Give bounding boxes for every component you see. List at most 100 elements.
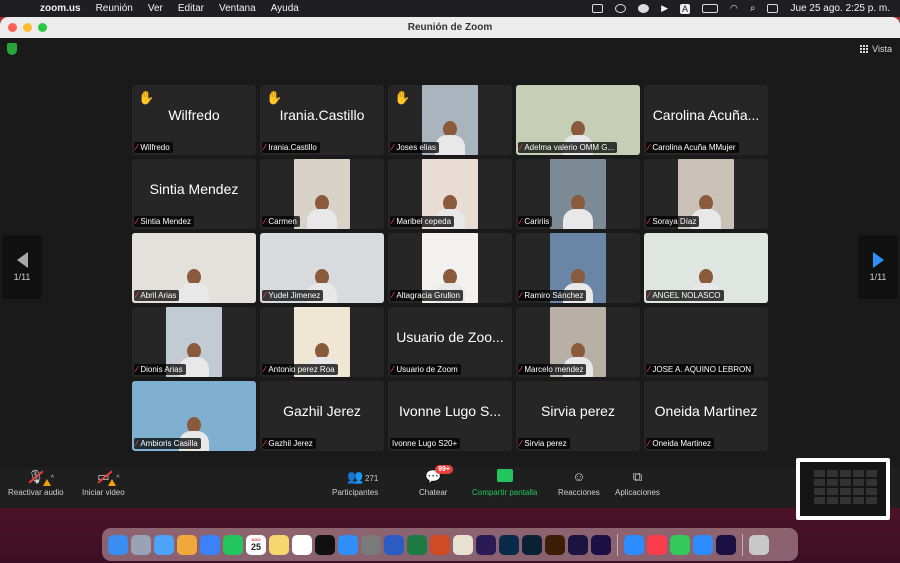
play-icon[interactable]: ▶ xyxy=(661,3,668,14)
control-center-icon[interactable] xyxy=(767,4,779,13)
participant-tile[interactable]: Wilfredo ✋ ⁄ Wilfredo xyxy=(132,85,256,155)
zoom-status-icon[interactable] xyxy=(592,4,604,13)
participant-tile[interactable]: Sintia Mendez ⁄ Sintia Mendez xyxy=(132,159,256,229)
participant-tile[interactable]: Ivonne Lugo S... Ivonne Lugo S20+ xyxy=(388,381,512,451)
dock-notes-icon[interactable] xyxy=(269,534,289,555)
search-icon[interactable]: ⌕ xyxy=(750,3,756,14)
participant-name: Soraya Díaz xyxy=(652,217,697,226)
mic-muted-icon: ⁄ xyxy=(264,143,266,152)
teamviewer-icon[interactable] xyxy=(638,4,650,13)
dock-illustrator-icon[interactable] xyxy=(545,534,565,555)
previous-page-button[interactable]: 1/11 xyxy=(2,235,42,299)
mini-window-thumbnail[interactable] xyxy=(796,458,890,520)
participant-tile[interactable]: ⁄ Altagracia Grullon xyxy=(388,233,512,303)
participant-tile[interactable]: ⁄ Ambioris Casilla xyxy=(132,381,256,451)
dock-so-icon[interactable] xyxy=(453,534,473,555)
chat-badge: 99+ xyxy=(435,465,454,474)
participant-tile[interactable]: Gazhil Jerez ⁄ Gazhil Jerez xyxy=(260,381,384,451)
start-video-button[interactable]: ▭^ Iniciar video xyxy=(82,469,125,497)
dock-photoshop-icon[interactable] xyxy=(499,534,519,555)
share-screen-button[interactable]: ↑ Compartir pantalla xyxy=(472,469,537,497)
security-shield-icon[interactable] xyxy=(7,43,17,55)
participant-tile[interactable]: Carolina Acuña... ⁄ Carolina Acuña MMujer xyxy=(644,85,768,155)
participant-tile[interactable]: Irania.Castillo ✋ ⁄ Irania.Castillo xyxy=(260,85,384,155)
camera-off-icon: ▭^ xyxy=(97,469,119,486)
menu-ayuda[interactable]: Ayuda xyxy=(271,3,299,14)
participant-tile[interactable]: ⁄ ANGEL NOLASCO xyxy=(644,233,768,303)
close-button[interactable] xyxy=(8,23,17,32)
wifi-icon[interactable]: ◠ xyxy=(730,3,738,14)
menu-ver[interactable]: Ver xyxy=(148,3,163,14)
dock-finder-icon[interactable] xyxy=(108,534,128,555)
unmute-audio-button[interactable]: 🎙^ Reactivar audio xyxy=(8,469,64,497)
menu-ventana[interactable]: Ventana xyxy=(219,3,256,14)
dock-trash-icon[interactable] xyxy=(749,534,769,555)
mic-muted-icon: ⁄ xyxy=(136,217,138,226)
participant-tile[interactable]: ✋ ⁄ Joses elias xyxy=(388,85,512,155)
input-source-icon[interactable]: A xyxy=(680,3,691,14)
dock-facetime-icon[interactable] xyxy=(223,534,243,555)
dock-zoom-meetings-icon[interactable] xyxy=(693,534,713,555)
dock-launchpad-icon[interactable] xyxy=(131,534,151,555)
participant-tile[interactable]: ⁄ Abril Arias xyxy=(132,233,256,303)
battery-icon[interactable] xyxy=(702,4,719,13)
dock-bridge-icon[interactable] xyxy=(476,534,496,555)
menu-clock[interactable]: Jue 25 ago. 2:25 p. m. xyxy=(790,3,890,14)
meeting-toolbar: 🎙^ Reactivar audio ▭^ Iniciar video 👥271… xyxy=(0,465,900,508)
dock-reminders-icon[interactable] xyxy=(292,534,312,555)
participant-name: Antonio perez Roa xyxy=(268,365,335,374)
minimize-button[interactable] xyxy=(23,23,32,32)
participant-name: Abril Arias xyxy=(140,291,177,300)
participant-tile[interactable]: ⁄ Dionis Arias xyxy=(132,307,256,377)
dock-system-preferences-icon[interactable] xyxy=(361,534,381,555)
dock-safari-icon[interactable] xyxy=(200,534,220,555)
participant-display-name: Sirvia perez xyxy=(541,403,615,419)
reactions-button[interactable]: ☺ Reacciones xyxy=(558,469,600,497)
next-page-button[interactable]: 1/11 xyxy=(858,235,898,299)
dock-calendar-icon[interactable]: AGO 25 xyxy=(246,534,266,555)
dock-powerpoint-icon[interactable] xyxy=(430,534,450,555)
participant-display-name: Oneida Martinez xyxy=(654,403,758,419)
participant-tile[interactable]: ⁄ Ramiro Sánchez xyxy=(516,233,640,303)
participant-tile[interactable]: ⁄ JOSE A. AQUINO LEBRON xyxy=(644,307,768,377)
participants-button[interactable]: 👥 271 Participantes xyxy=(332,469,378,497)
zoom-window-button[interactable] xyxy=(38,23,47,32)
dock-messages-icon[interactable] xyxy=(670,534,690,555)
view-button[interactable]: Vista xyxy=(860,44,892,54)
participant-name: Ivonne Lugo S20+ xyxy=(392,439,458,448)
apps-button[interactable]: ⧉ Aplicaciones xyxy=(615,469,660,497)
participant-tile[interactable]: ⁄ Soraya Díaz xyxy=(644,159,768,229)
participant-tile[interactable]: ⁄ Caririis xyxy=(516,159,640,229)
participant-name-label: ⁄ Sintia Mendez xyxy=(134,216,195,227)
dock-photos-icon[interactable] xyxy=(177,534,197,555)
participant-tile[interactable]: ⁄ Yudel Jimenez xyxy=(260,233,384,303)
dock-premiere-icon[interactable] xyxy=(568,534,588,555)
participant-tile[interactable]: Oneida Martinez ⁄ Oneida Martinez xyxy=(644,381,768,451)
dock-music-icon[interactable] xyxy=(647,534,667,555)
participant-tile[interactable]: Sirvia perez ⁄ Sirvia perez xyxy=(516,381,640,451)
dock-after-effects-icon[interactable] xyxy=(591,534,611,555)
dock-tv-icon[interactable] xyxy=(315,534,335,555)
participant-tile[interactable]: Usuario de Zoo... ⁄ Usuario de Zoom xyxy=(388,307,512,377)
creative-cloud-icon[interactable] xyxy=(615,4,627,13)
apps-label: Aplicaciones xyxy=(615,488,660,497)
participant-tile[interactable]: ⁄ Antonio perez Roa xyxy=(260,307,384,377)
dock-mail-icon[interactable] xyxy=(154,534,174,555)
menu-reunion[interactable]: Reunión xyxy=(96,3,133,14)
participant-tile[interactable]: ⁄ Adelma valerio OMM G... xyxy=(516,85,640,155)
menu-extras: ▶ A ◠ ⌕ Jue 25 ago. 2:25 p. m. xyxy=(592,0,890,17)
menu-app-name[interactable]: zoom.us xyxy=(40,3,81,14)
dock-app-store-icon[interactable] xyxy=(338,534,358,555)
dock-lightroom-classic-icon[interactable] xyxy=(522,534,542,555)
participant-name-label: ⁄ Altagracia Grullon xyxy=(390,290,463,301)
dock-after-effects-icon[interactable] xyxy=(716,534,736,555)
participant-tile[interactable]: ⁄ Maribel cepeda xyxy=(388,159,512,229)
dock-excel-icon[interactable] xyxy=(407,534,427,555)
dock-zoom-icon[interactable] xyxy=(624,534,644,555)
participant-tile[interactable]: ⁄ Marcelo mendez xyxy=(516,307,640,377)
menu-editar[interactable]: Editar xyxy=(178,3,204,14)
participant-tile[interactable]: ⁄ Carmen xyxy=(260,159,384,229)
chat-button[interactable]: 💬 99+ Chatear xyxy=(419,465,454,497)
mic-muted-icon: ⁄ xyxy=(136,291,138,300)
dock-word-icon[interactable] xyxy=(384,534,404,555)
